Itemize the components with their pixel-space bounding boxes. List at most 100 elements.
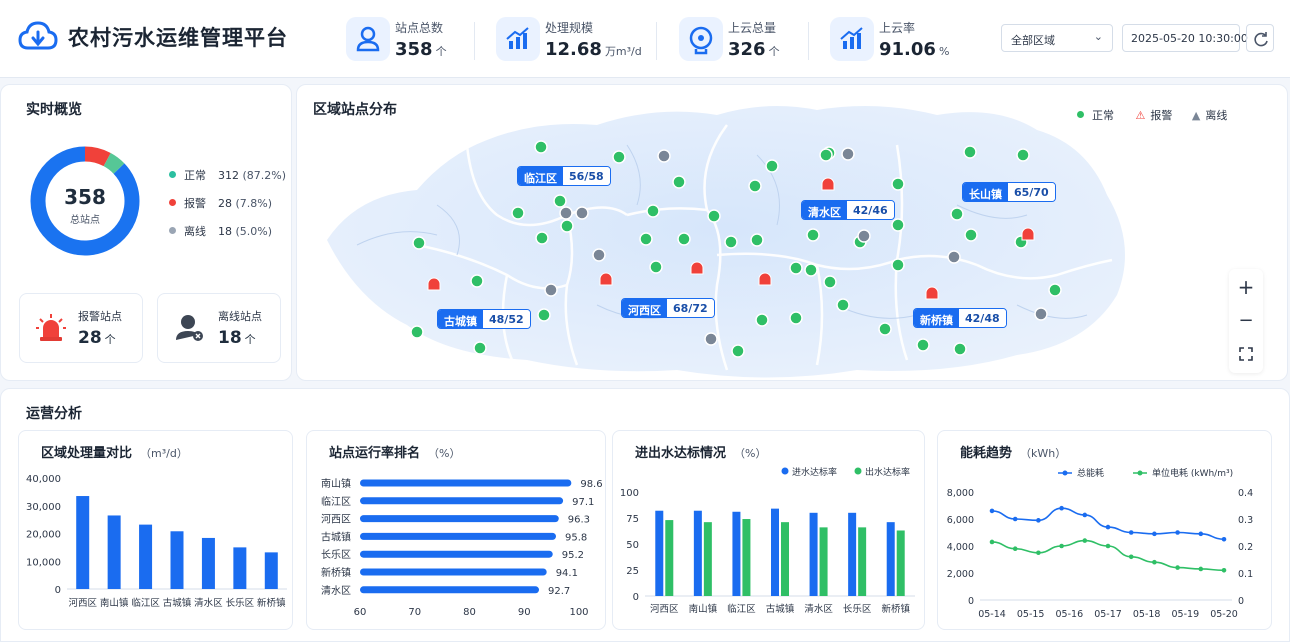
y-tick-label: 6,000 xyxy=(947,515,974,526)
x-tick-label: 古城镇 xyxy=(766,603,795,615)
alarm-station-marker xyxy=(821,177,835,191)
region-tag-changshan[interactable]: 长山镇 65/70 xyxy=(962,182,1056,202)
normal-station-marker xyxy=(964,228,978,242)
series-point-1 xyxy=(989,539,995,545)
zoom-out-button[interactable]: − xyxy=(1230,305,1262,337)
chevron-down-icon: ⌄ xyxy=(1093,30,1103,43)
x-tick-label: 100 xyxy=(569,607,588,618)
normal-station-marker xyxy=(412,236,426,250)
legend-marker xyxy=(1062,470,1068,476)
y-tick-label: 南山镇 xyxy=(321,477,351,490)
series-point-1 xyxy=(1198,566,1204,572)
normal-station-marker xyxy=(963,145,977,159)
series-line-0 xyxy=(991,507,1225,541)
x-tick-label: 临江区 xyxy=(727,603,756,615)
y-tick-label: 新桥镇 xyxy=(321,566,351,579)
bar-0 xyxy=(886,522,895,596)
normal-station-marker xyxy=(836,298,850,312)
donut-total-label: 总站点 xyxy=(70,215,100,226)
page-title: 农村污水运维管理平台 xyxy=(68,26,288,50)
normal-station-marker xyxy=(470,274,484,288)
series-point-0 xyxy=(1059,505,1064,511)
normal-station-marker xyxy=(806,228,820,242)
normal-station-marker xyxy=(804,263,818,277)
x-tick-label: 新桥镇 xyxy=(881,603,910,615)
map-zoom-controls: + − xyxy=(1229,269,1263,373)
normal-station-marker xyxy=(410,325,424,339)
series-point-1 xyxy=(1152,559,1157,565)
legend-marker xyxy=(781,467,789,475)
chart-region-volume: 区域处理量对比 （m³/d） 0 10,000 20,000 30,000 40,000 河… xyxy=(18,430,293,630)
data-label: 97.1 xyxy=(572,497,594,508)
data-label: 92.7 xyxy=(548,586,570,597)
offline-station-marker xyxy=(544,283,558,297)
normal-station-marker xyxy=(534,140,548,154)
bar-0 xyxy=(848,512,857,596)
alarm-station-marker xyxy=(925,286,939,300)
x-tick-label: 南山镇 xyxy=(100,597,129,609)
x-tick-label: 南山镇 xyxy=(689,603,718,615)
kpi-label: 处理规模 xyxy=(545,21,594,35)
normal-station-marker xyxy=(750,233,764,247)
y-tick-label: 25 xyxy=(626,566,639,577)
normal-station-marker xyxy=(789,311,803,325)
y-tick-label: 0 xyxy=(968,596,974,607)
normal-station-marker xyxy=(731,344,745,358)
normal-station-marker xyxy=(677,232,691,246)
x-tick-label: 新桥镇 xyxy=(257,597,286,609)
offline-stations-card[interactable]: 离线站点 18 个 xyxy=(157,293,281,363)
bar-1 xyxy=(858,527,867,596)
legend-alarm: 报警 28 (7.8%) xyxy=(169,195,272,211)
legend-label: 进水达标率 xyxy=(792,466,837,478)
x-tick-label: 05-14 xyxy=(978,609,1006,620)
x-tick-label: 05-19 xyxy=(1172,609,1200,620)
zoom-in-button[interactable]: + xyxy=(1230,271,1262,303)
bar xyxy=(76,496,90,589)
y-tick-label: 50 xyxy=(626,540,639,551)
offline-station-marker xyxy=(857,229,871,243)
donut-total: 358 xyxy=(64,185,106,209)
normal-station-marker xyxy=(878,322,892,336)
kpi-value: 358 个 xyxy=(395,39,447,60)
region-tag-qingshui[interactable]: 清水区 42/46 xyxy=(801,200,895,220)
x-tick-label: 05-18 xyxy=(1133,609,1161,620)
series-point-0 xyxy=(1082,512,1088,518)
y-tick-label: 0 xyxy=(55,585,61,596)
legend-label: 出水达标率 xyxy=(865,466,910,478)
series-point-1 xyxy=(1059,543,1064,549)
region-tag-hexi[interactable]: 河西区 68/72 xyxy=(621,298,715,318)
region-tag-linjiang[interactable]: 临江区 56/58 xyxy=(517,166,611,186)
refresh-icon xyxy=(1254,32,1268,47)
fullscreen-icon[interactable] xyxy=(1238,346,1254,362)
cloud-head-icon xyxy=(679,17,723,61)
bar-1 xyxy=(742,519,751,596)
bar-1 xyxy=(896,530,905,596)
station-markers[interactable] xyxy=(297,85,1288,381)
region-tag-xinqiao[interactable]: 新桥镇 42/48 xyxy=(913,308,1007,328)
x-tick-label: 临江区 xyxy=(131,597,160,609)
normal-station-marker xyxy=(891,258,905,272)
series-point-0 xyxy=(989,508,995,514)
y-tick-label: 75 xyxy=(626,514,639,525)
bar xyxy=(139,524,153,589)
alarm-stations-card[interactable]: 报警站点 28 个 xyxy=(19,293,143,363)
normal-station-marker xyxy=(537,308,551,322)
divider xyxy=(656,22,657,60)
divider xyxy=(474,22,475,60)
bar-0 xyxy=(732,511,741,596)
data-label: 98.6 xyxy=(580,479,602,490)
y-tick-label: 30,000 xyxy=(26,502,61,513)
y-tick-label: 2,000 xyxy=(947,569,974,580)
x-tick-label: 河西区 xyxy=(650,603,679,615)
y-tick-label: 临江区 xyxy=(321,495,351,508)
normal-station-marker xyxy=(1048,283,1062,297)
data-label: 94.1 xyxy=(556,568,578,579)
normal-station-marker xyxy=(823,275,837,289)
normal-station-marker xyxy=(553,194,567,208)
bar xyxy=(170,531,184,589)
region-select[interactable]: 全部区域 ⌄ xyxy=(1001,24,1113,52)
region-tag-gucheng[interactable]: 古城镇 48/52 xyxy=(437,309,531,329)
bar xyxy=(360,479,572,487)
refresh-button[interactable] xyxy=(1246,24,1274,52)
trend-chart-icon xyxy=(830,17,874,61)
